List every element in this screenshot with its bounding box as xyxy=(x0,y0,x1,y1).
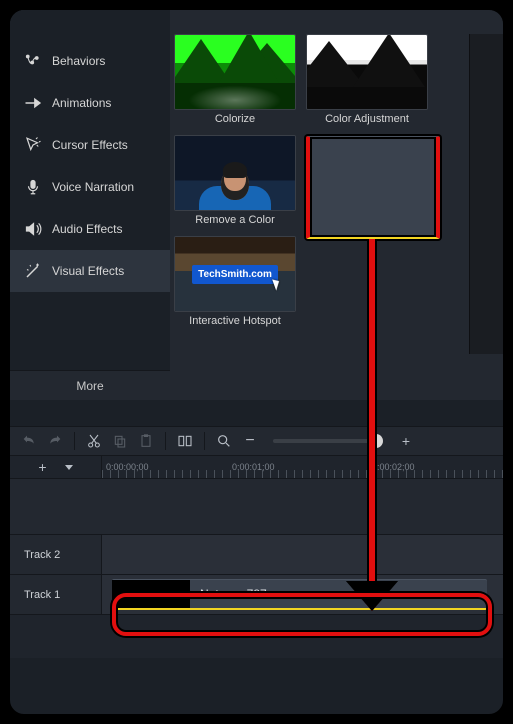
sidebar-item-visual-effects[interactable]: Visual Effects xyxy=(10,250,170,292)
panel-gap xyxy=(10,400,503,426)
clip-thumb xyxy=(112,580,190,608)
effect-label: Interactive Hotspot xyxy=(189,315,281,327)
effect-colorize[interactable]: Colorize xyxy=(174,34,296,125)
colorize-thumb xyxy=(174,34,296,110)
hotspot-thumb: TechSmith.com xyxy=(174,236,296,312)
more-label: More xyxy=(76,379,103,393)
sidebar-more-button[interactable]: More xyxy=(10,370,170,400)
ruler-left-controls: + xyxy=(10,456,102,478)
upper-panel: Behaviors Animations Cursor Effects Voic… xyxy=(10,10,503,400)
track-label[interactable]: Track 2 xyxy=(10,535,102,574)
track-label[interactable]: Track 1 xyxy=(10,575,102,614)
add-track-icon[interactable]: + xyxy=(34,458,52,476)
track-row-2[interactable]: Track 2 xyxy=(10,534,503,574)
annotation-arrow-head xyxy=(350,585,394,611)
effect-label: Color Adjustment xyxy=(325,113,409,125)
track-options-icon[interactable] xyxy=(60,458,78,476)
sidebar-label: Audio Effects xyxy=(52,222,123,236)
sidebar-item-audio-effects[interactable]: Audio Effects xyxy=(10,208,170,250)
copy-icon[interactable] xyxy=(111,432,129,450)
remove-color-thumb xyxy=(174,135,296,211)
effect-label: Remove a Color xyxy=(195,214,274,226)
cursor-icon xyxy=(272,277,282,290)
wand-icon xyxy=(24,262,42,280)
chevron-right-icon: ▸ xyxy=(364,166,370,180)
split-icon[interactable] xyxy=(176,432,194,450)
app-frame: Behaviors Animations Cursor Effects Voic… xyxy=(8,8,505,716)
track-body-2[interactable] xyxy=(102,535,503,574)
annotation-arrow-stem xyxy=(367,239,377,595)
sidebar-label: Voice Narration xyxy=(52,180,134,194)
track-row-1[interactable]: Track 1 Nature - 787 xyxy=(10,574,503,614)
timeline-clip[interactable]: Nature - 787 xyxy=(112,579,487,610)
timeline-empty-area xyxy=(10,478,503,534)
sidebar-item-behaviors[interactable]: Behaviors xyxy=(10,40,170,82)
timeline-ruler-row: + 0:00:00;00 0:00:01;00 0:00:02;00 xyxy=(10,456,503,478)
time-ruler[interactable]: 0:00:00;00 0:00:01;00 0:00:02;00 xyxy=(102,456,503,478)
sidebar-item-animations[interactable]: Animations xyxy=(10,82,170,124)
preview-strip xyxy=(469,34,503,354)
track-body-1[interactable]: Nature - 787 xyxy=(102,575,503,614)
ruler-mark: 0:00:02;00 xyxy=(372,462,415,472)
effect-label: Clip Speed xyxy=(340,214,394,226)
redo-icon[interactable] xyxy=(46,432,64,450)
effect-color-adjustment[interactable]: Color Adjustment xyxy=(306,34,428,125)
effect-clip-speed[interactable]: ▸ Clip Speed xyxy=(306,135,428,226)
effect-label: Colorize xyxy=(215,113,255,125)
effect-interactive-hotspot[interactable]: TechSmith.com Interactive Hotspot xyxy=(174,236,296,327)
paste-icon[interactable] xyxy=(137,432,155,450)
sidebar-item-voice-narration[interactable]: Voice Narration xyxy=(10,166,170,208)
sidebar-label: Cursor Effects xyxy=(52,138,128,152)
cursor-effects-icon xyxy=(24,136,42,154)
microphone-icon xyxy=(24,178,42,196)
magnifier-icon[interactable] xyxy=(215,432,233,450)
effect-remove-color[interactable]: Remove a Color xyxy=(174,135,296,226)
sidebar-label: Animations xyxy=(52,96,111,110)
clip-title: Nature - 787 xyxy=(200,587,267,601)
undo-icon[interactable] xyxy=(20,432,38,450)
color-adjust-thumb xyxy=(306,34,428,110)
ruler-mark: 0:00:01;00 xyxy=(232,462,275,472)
sidebar-label: Behaviors xyxy=(52,54,105,68)
clip-speed-thumb: ▸ xyxy=(306,135,428,211)
zoom-in-button[interactable]: + xyxy=(397,432,415,450)
hotspot-badge-text: TechSmith.com xyxy=(198,269,272,280)
behaviors-icon xyxy=(24,52,42,70)
audio-icon xyxy=(24,220,42,238)
sidebar-label: Visual Effects xyxy=(52,264,124,278)
sidebar-item-cursor-effects[interactable]: Cursor Effects xyxy=(10,124,170,166)
zoom-out-button[interactable]: − xyxy=(241,432,259,450)
ruler-mark: 0:00:00;00 xyxy=(106,462,149,472)
animations-icon xyxy=(24,94,42,112)
cut-icon[interactable] xyxy=(85,432,103,450)
tools-sidebar: Behaviors Animations Cursor Effects Voic… xyxy=(10,10,170,400)
timeline-toolbar: − + xyxy=(10,426,503,456)
effects-panel: Colorize Color Adjustment Remove a Color… xyxy=(170,10,503,400)
timeline-footer xyxy=(10,614,503,658)
